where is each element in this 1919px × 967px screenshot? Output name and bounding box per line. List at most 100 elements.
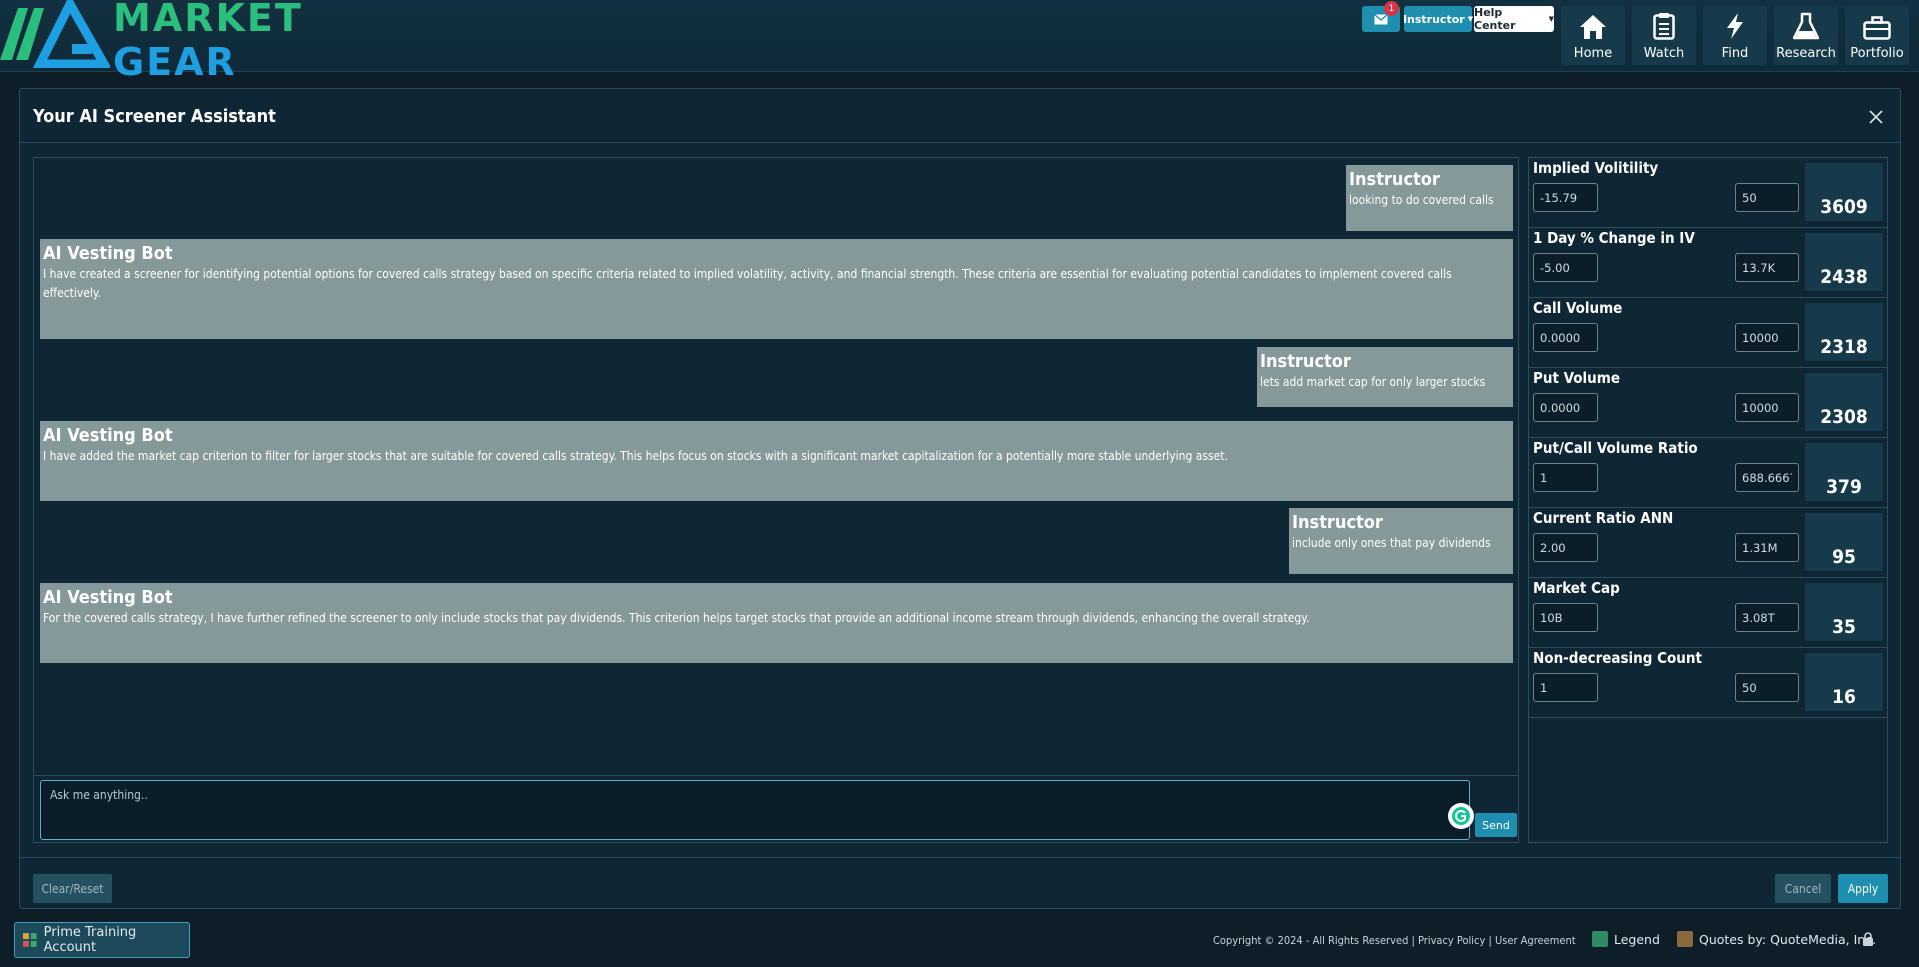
modal-footer: Clear/Reset Cancel Apply	[20, 857, 1900, 910]
lock-icon[interactable]	[1862, 932, 1874, 946]
copyright-text: Copyright © 2024 - All Rights Reserved |…	[1213, 934, 1576, 947]
top-header: MARKET GEAR 1 Instructor ▼ Help Center ▼…	[0, 0, 1919, 84]
criterion-max-input[interactable]	[1735, 183, 1799, 212]
message-text: For the covered calls strategy, I have f…	[43, 611, 1310, 625]
chat-message-bot: AI Vesting Bot I have added the market c…	[40, 421, 1513, 501]
criterion-count: 379	[1805, 443, 1883, 501]
criterion-row: Market Cap 35	[1529, 578, 1887, 648]
criterion-count: 2438	[1805, 233, 1883, 291]
quotes-credit[interactable]: Quotes by: QuoteMedia, Inc.	[1677, 931, 1876, 947]
criterion-count: 3609	[1805, 163, 1883, 221]
send-button[interactable]: Send	[1475, 813, 1517, 837]
criterion-count: 2308	[1805, 373, 1883, 431]
criterion-row: Call Volume 2318	[1529, 298, 1887, 368]
criterion-min-input[interactable]	[1533, 533, 1598, 562]
quotemedia-icon	[1677, 931, 1693, 947]
close-icon	[1869, 110, 1883, 124]
help-center-dropdown[interactable]: Help Center ▼	[1474, 6, 1554, 32]
clear-reset-button[interactable]: Clear/Reset	[33, 874, 112, 903]
grammarly-g-glyph	[1452, 807, 1470, 825]
nav-find[interactable]: Find	[1703, 6, 1767, 65]
criterion-count: 35	[1805, 583, 1883, 641]
criterion-label: Put/Call Volume Ratio	[1533, 439, 1698, 457]
message-text: looking to do covered calls	[1349, 193, 1494, 207]
criterion-row: Implied Volitility 3609	[1529, 158, 1887, 228]
nav-research[interactable]: Research	[1774, 6, 1838, 65]
message-sender: AI Vesting Bot	[43, 425, 173, 446]
criterion-count: 95	[1805, 513, 1883, 571]
legend-icon	[1592, 931, 1608, 947]
unread-badge: 1	[1384, 1, 1399, 16]
instructor-dropdown[interactable]: Instructor ▼	[1403, 6, 1474, 32]
criterion-label: Call Volume	[1533, 299, 1623, 317]
criterion-label: 1 Day % Change in IV	[1533, 229, 1695, 247]
criterion-min-input[interactable]	[1533, 183, 1598, 212]
caret-down-icon: ▼	[1467, 15, 1474, 23]
help-center-label: Help Center	[1474, 6, 1516, 32]
message-sender: Instructor	[1349, 169, 1440, 190]
chat-message-user: Instructor lets add market cap for only …	[1257, 347, 1513, 407]
criterion-row: Put/Call Volume Ratio 379	[1529, 438, 1887, 508]
criterion-label: Current Ratio ANN	[1533, 509, 1674, 527]
clipboard-icon	[1653, 13, 1675, 40]
ai-screener-modal: Your AI Screener Assistant Instructor lo…	[19, 88, 1901, 909]
chat-panel: Instructor looking to do covered calls A…	[33, 157, 1519, 843]
nav-portfolio[interactable]: Portfolio	[1845, 6, 1909, 65]
chat-input[interactable]	[40, 780, 1470, 840]
message-sender: Instructor	[1292, 512, 1383, 533]
chat-message-bot: AI Vesting Bot I have created a screener…	[40, 239, 1513, 339]
criterion-label: Implied Volitility	[1533, 159, 1659, 177]
criterion-row: Current Ratio ANN 95	[1529, 508, 1887, 578]
nav-label: Watch	[1643, 46, 1685, 61]
criterion-min-input[interactable]	[1533, 673, 1598, 702]
nav-watch[interactable]: Watch	[1632, 6, 1696, 65]
chat-message-bot: AI Vesting Bot For the covered calls str…	[40, 583, 1513, 663]
criterion-count: 16	[1805, 653, 1883, 711]
close-button[interactable]	[1868, 109, 1884, 129]
apply-button[interactable]: Apply	[1838, 874, 1888, 903]
message-sender: Instructor	[1260, 351, 1351, 372]
home-icon	[1580, 15, 1606, 39]
criteria-panel: Implied Volitility 3609 1 Day % Change i…	[1528, 157, 1888, 843]
criterion-label: Put Volume	[1533, 369, 1620, 387]
bottom-bar: Prime Training Account Copyright © 2024 …	[0, 917, 1919, 967]
message-text: I have created a screener for identifyin…	[43, 267, 1452, 300]
criterion-max-input[interactable]	[1735, 393, 1799, 422]
criterion-min-input[interactable]	[1533, 463, 1598, 492]
criterion-row: Non-decreasing Count 16	[1529, 648, 1887, 718]
message-text: lets add market cap for only larger stoc…	[1260, 375, 1486, 389]
criterion-max-input[interactable]	[1735, 463, 1799, 492]
nav-label: Home	[1573, 46, 1613, 61]
criterion-count: 2318	[1805, 303, 1883, 361]
chat-message-user: Instructor include only ones that pay di…	[1289, 508, 1513, 574]
chat-message-user: Instructor looking to do covered calls	[1346, 165, 1513, 231]
message-sender: AI Vesting Bot	[43, 587, 173, 608]
message-text: include only ones that pay dividends	[1292, 536, 1491, 550]
account-button[interactable]: Prime Training Account	[14, 922, 190, 958]
nav-home[interactable]: Home	[1561, 6, 1625, 65]
criterion-max-input[interactable]	[1735, 603, 1799, 632]
cancel-button[interactable]: Cancel	[1775, 874, 1831, 903]
criterion-label: Non-decreasing Count	[1533, 649, 1702, 667]
envelope-icon	[1374, 13, 1388, 24]
criterion-min-input[interactable]	[1533, 393, 1598, 422]
criterion-max-input[interactable]	[1735, 533, 1799, 562]
account-grid-icon	[23, 933, 37, 947]
criterion-max-input[interactable]	[1735, 673, 1799, 702]
criterion-max-input[interactable]	[1735, 323, 1799, 352]
logo-mark-icon	[0, 0, 110, 68]
market-gear-logo[interactable]: MARKET GEAR	[0, 0, 420, 84]
criterion-row: 1 Day % Change in IV 2438	[1529, 228, 1887, 298]
chat-history[interactable]: Instructor looking to do covered calls A…	[34, 158, 1518, 775]
criterion-min-input[interactable]	[1533, 253, 1598, 282]
nav-label: Portfolio	[1850, 46, 1904, 61]
criterion-label: Market Cap	[1533, 579, 1620, 597]
criterion-min-input[interactable]	[1533, 603, 1598, 632]
legend-label: Legend	[1614, 931, 1660, 947]
flask-icon	[1793, 12, 1819, 40]
criterion-min-input[interactable]	[1533, 323, 1598, 352]
grammarly-icon[interactable]	[1448, 803, 1474, 829]
logo-text: MARKET GEAR	[113, 0, 303, 84]
criterion-max-input[interactable]	[1735, 253, 1799, 282]
legend-button[interactable]: Legend	[1592, 931, 1660, 947]
